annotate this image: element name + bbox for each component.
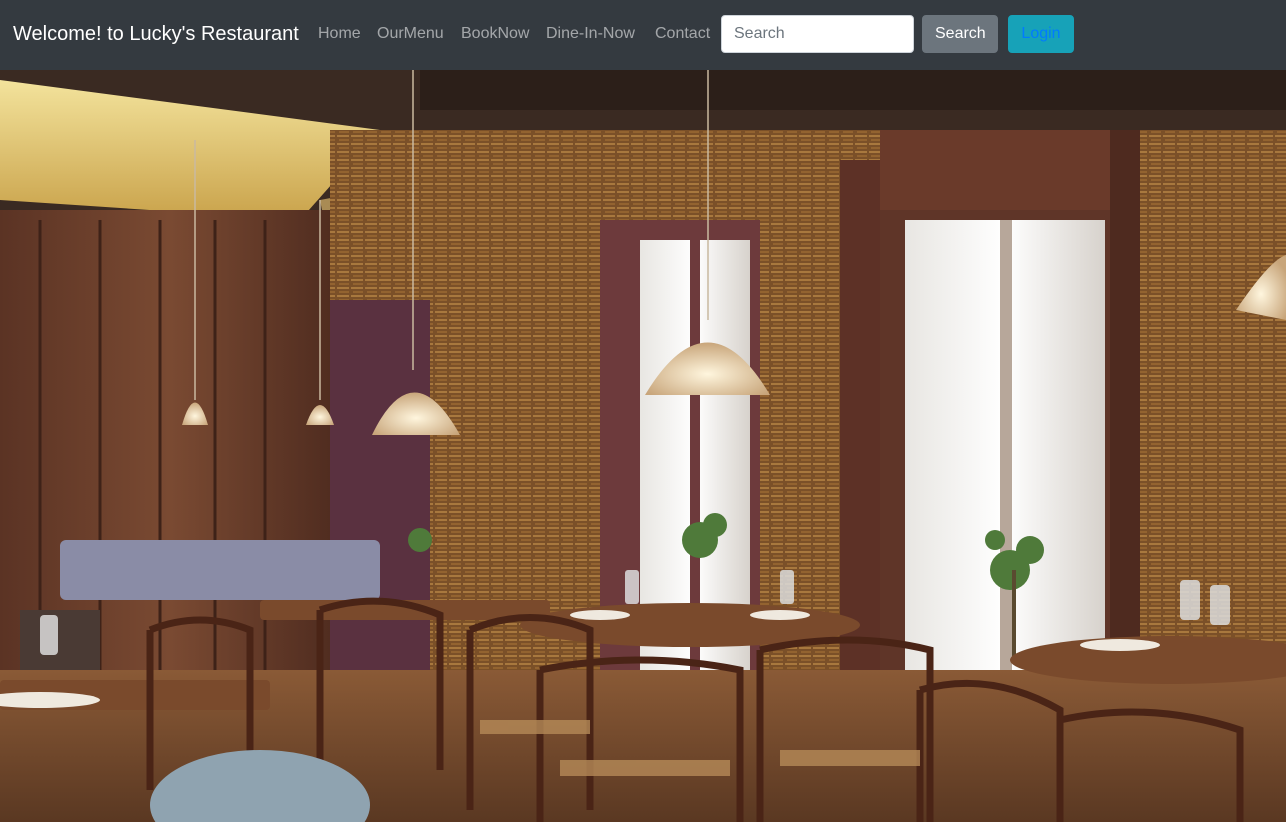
- nav-link-home[interactable]: Home: [318, 24, 361, 44]
- nav-link-book-now[interactable]: BookNow: [461, 24, 529, 44]
- brand-title[interactable]: Welcome! to Lucky's Restaurant: [13, 22, 299, 46]
- search-input[interactable]: [721, 15, 914, 53]
- nav-link-our-menu[interactable]: OurMenu: [377, 24, 444, 44]
- restaurant-interior-photo: [0, 70, 1286, 822]
- top-navbar: Welcome! to Lucky's Restaurant Home OurM…: [0, 0, 1286, 70]
- search-button[interactable]: Search: [922, 15, 998, 53]
- hero-image: [0, 70, 1286, 822]
- nav-link-contact[interactable]: Contact: [655, 24, 710, 44]
- login-button[interactable]: Login: [1008, 15, 1074, 53]
- nav-link-dine-in-now[interactable]: Dine-In-Now: [546, 24, 635, 44]
